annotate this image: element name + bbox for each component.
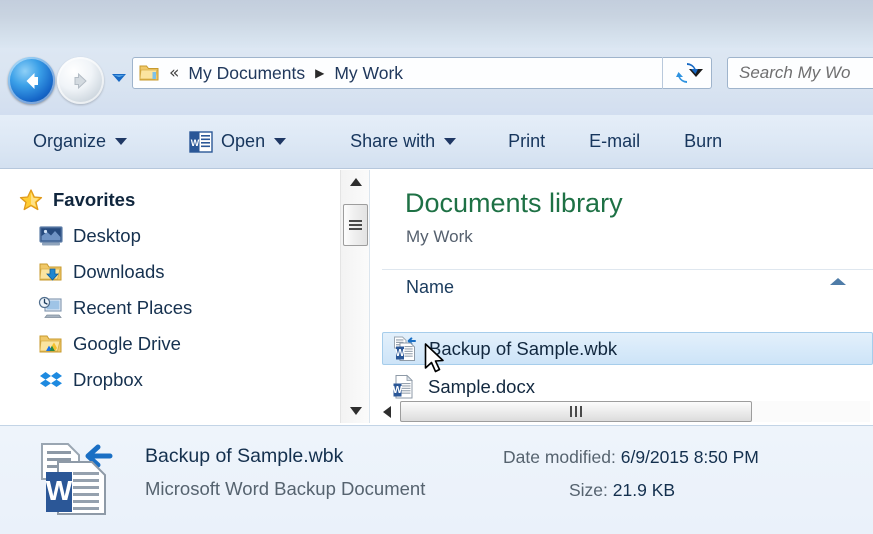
details-pane: W Backup of Sample.wbk Microsoft Word Ba…: [0, 425, 873, 534]
details-date-modified-value: 6/9/2015 8:50 PM: [620, 447, 759, 467]
details-size-value: 21.9 KB: [612, 480, 676, 500]
open-button[interactable]: W Open: [178, 122, 297, 162]
list-item-label: Sample.docx: [428, 375, 535, 397]
details-size: Size: 21.9 KB: [569, 480, 675, 501]
desktop-icon: [38, 224, 64, 248]
details-size-label: Size:: [569, 480, 608, 500]
breadcrumb: « My Documents ▶ My Work: [133, 63, 681, 84]
sidebar-item-google-drive[interactable]: Google Drive: [0, 326, 340, 362]
word-backup-icon: W: [36, 440, 118, 518]
breadcrumb-overflow-button[interactable]: «: [162, 64, 186, 82]
downloads-icon: [38, 260, 64, 284]
dropbox-icon: [38, 368, 64, 392]
navigation-pane: Favorites Desktop Downloads Recent Place…: [0, 170, 340, 423]
sidebar-item-label: Desktop: [73, 225, 141, 246]
breadcrumb-item-my-work[interactable]: My Work: [332, 63, 405, 84]
triangle-down-icon: [349, 407, 362, 415]
list-item[interactable]: W Backup of Sample.wbk: [382, 332, 873, 365]
list-item-label: Backup of Sample.wbk: [429, 337, 618, 359]
sidebar-item-label: Dropbox: [73, 369, 143, 390]
organize-label: Organize: [33, 131, 107, 151]
chevron-down-icon: [115, 138, 128, 145]
details-date-modified: Date modified: 6/9/2015 8:50 PM: [503, 447, 759, 468]
explorer-window: « My Documents ▶ My Work Search My Wo Or…: [0, 0, 873, 534]
sidebar-item-label: Google Drive: [73, 333, 181, 354]
svg-text:W: W: [191, 138, 200, 148]
details-date-modified-label: Date modified:: [503, 447, 616, 467]
sidebar-item-label: Favorites: [53, 189, 136, 210]
folder-icon: [138, 63, 160, 83]
back-button[interactable]: [8, 57, 55, 104]
burn-label: Burn: [684, 131, 723, 151]
email-button[interactable]: E-mail: [578, 122, 651, 162]
sidebar-item-recent-places[interactable]: Recent Places: [0, 290, 340, 326]
grip-icon: [349, 218, 362, 232]
scroll-thumb-horizontal[interactable]: [400, 401, 752, 422]
chevron-down-icon: [444, 138, 457, 145]
search-placeholder: Search My Wo: [739, 63, 851, 82]
command-toolbar: Organize W Open Share with Print E-mail …: [0, 115, 873, 169]
column-header-row: Name: [382, 269, 873, 305]
chevron-down-icon: [274, 138, 287, 145]
scroll-thumb-vertical[interactable]: [343, 204, 368, 246]
word-icon: W: [189, 130, 213, 153]
recent-places-icon: [38, 296, 64, 320]
triangle-up-icon: [349, 178, 362, 186]
forward-button[interactable]: [57, 57, 104, 104]
details-file-type: Microsoft Word Backup Document: [145, 478, 426, 499]
sidebar-item-label: Recent Places: [73, 297, 193, 318]
star-icon: [18, 188, 44, 212]
breadcrumb-item-my-documents[interactable]: My Documents: [186, 63, 307, 84]
file-list-pane: Documents library My Work Name W Backup …: [374, 170, 873, 423]
breadcrumb-separator-icon[interactable]: ▶: [307, 66, 332, 80]
svg-text:W: W: [393, 385, 403, 396]
window-chrome-strip: [0, 0, 873, 48]
sidebar-item-favorites[interactable]: Favorites: [0, 182, 340, 218]
sidebar-item-label: Downloads: [73, 261, 165, 282]
column-header-name[interactable]: Name: [382, 277, 454, 298]
open-label: Open: [221, 131, 266, 151]
details-file-name: Backup of Sample.wbk: [145, 445, 344, 467]
sidebar-item-dropbox[interactable]: Dropbox: [0, 362, 340, 398]
back-arrow-icon: [26, 72, 38, 89]
sidebar-item-desktop[interactable]: Desktop: [0, 218, 340, 254]
grip-icon: [570, 406, 582, 417]
list-item[interactable]: W Sample.docx: [382, 370, 873, 403]
share-with-button[interactable]: Share with: [339, 122, 467, 162]
scroll-down-button[interactable]: [341, 399, 370, 423]
file-list-horizontal-scrollbar[interactable]: [374, 400, 873, 423]
word-doc-icon: W: [392, 374, 419, 400]
word-backup-icon: W: [393, 336, 420, 362]
search-input[interactable]: Search My Wo: [727, 57, 873, 89]
chevron-down-icon: [112, 74, 126, 82]
svg-text:W: W: [395, 348, 405, 359]
navigation-scrollbar[interactable]: [340, 170, 369, 423]
organize-button[interactable]: Organize: [22, 122, 138, 162]
print-button[interactable]: Print: [497, 122, 556, 162]
scroll-track-horizontal[interactable]: [400, 401, 870, 422]
sidebar-item-downloads[interactable]: Downloads: [0, 254, 340, 290]
address-bar[interactable]: « My Documents ▶ My Work: [132, 57, 712, 89]
email-label: E-mail: [589, 131, 641, 151]
google-drive-icon: [38, 332, 64, 356]
scroll-up-button[interactable]: [341, 170, 370, 194]
share-with-label: Share with: [350, 131, 436, 151]
page-subtitle: My Work: [406, 227, 473, 246]
page-title: Documents library: [405, 188, 623, 218]
recent-pages-button[interactable]: [110, 70, 128, 86]
refresh-button[interactable]: [662, 57, 711, 89]
sort-ascending-icon: [830, 278, 846, 285]
burn-button[interactable]: Burn: [673, 122, 733, 162]
triangle-left-icon: [383, 405, 391, 418]
print-label: Print: [508, 131, 546, 151]
svg-text:W: W: [46, 475, 73, 506]
refresh-icon: [676, 63, 698, 83]
forward-arrow-icon: [74, 72, 87, 89]
scroll-left-button[interactable]: [374, 400, 400, 423]
